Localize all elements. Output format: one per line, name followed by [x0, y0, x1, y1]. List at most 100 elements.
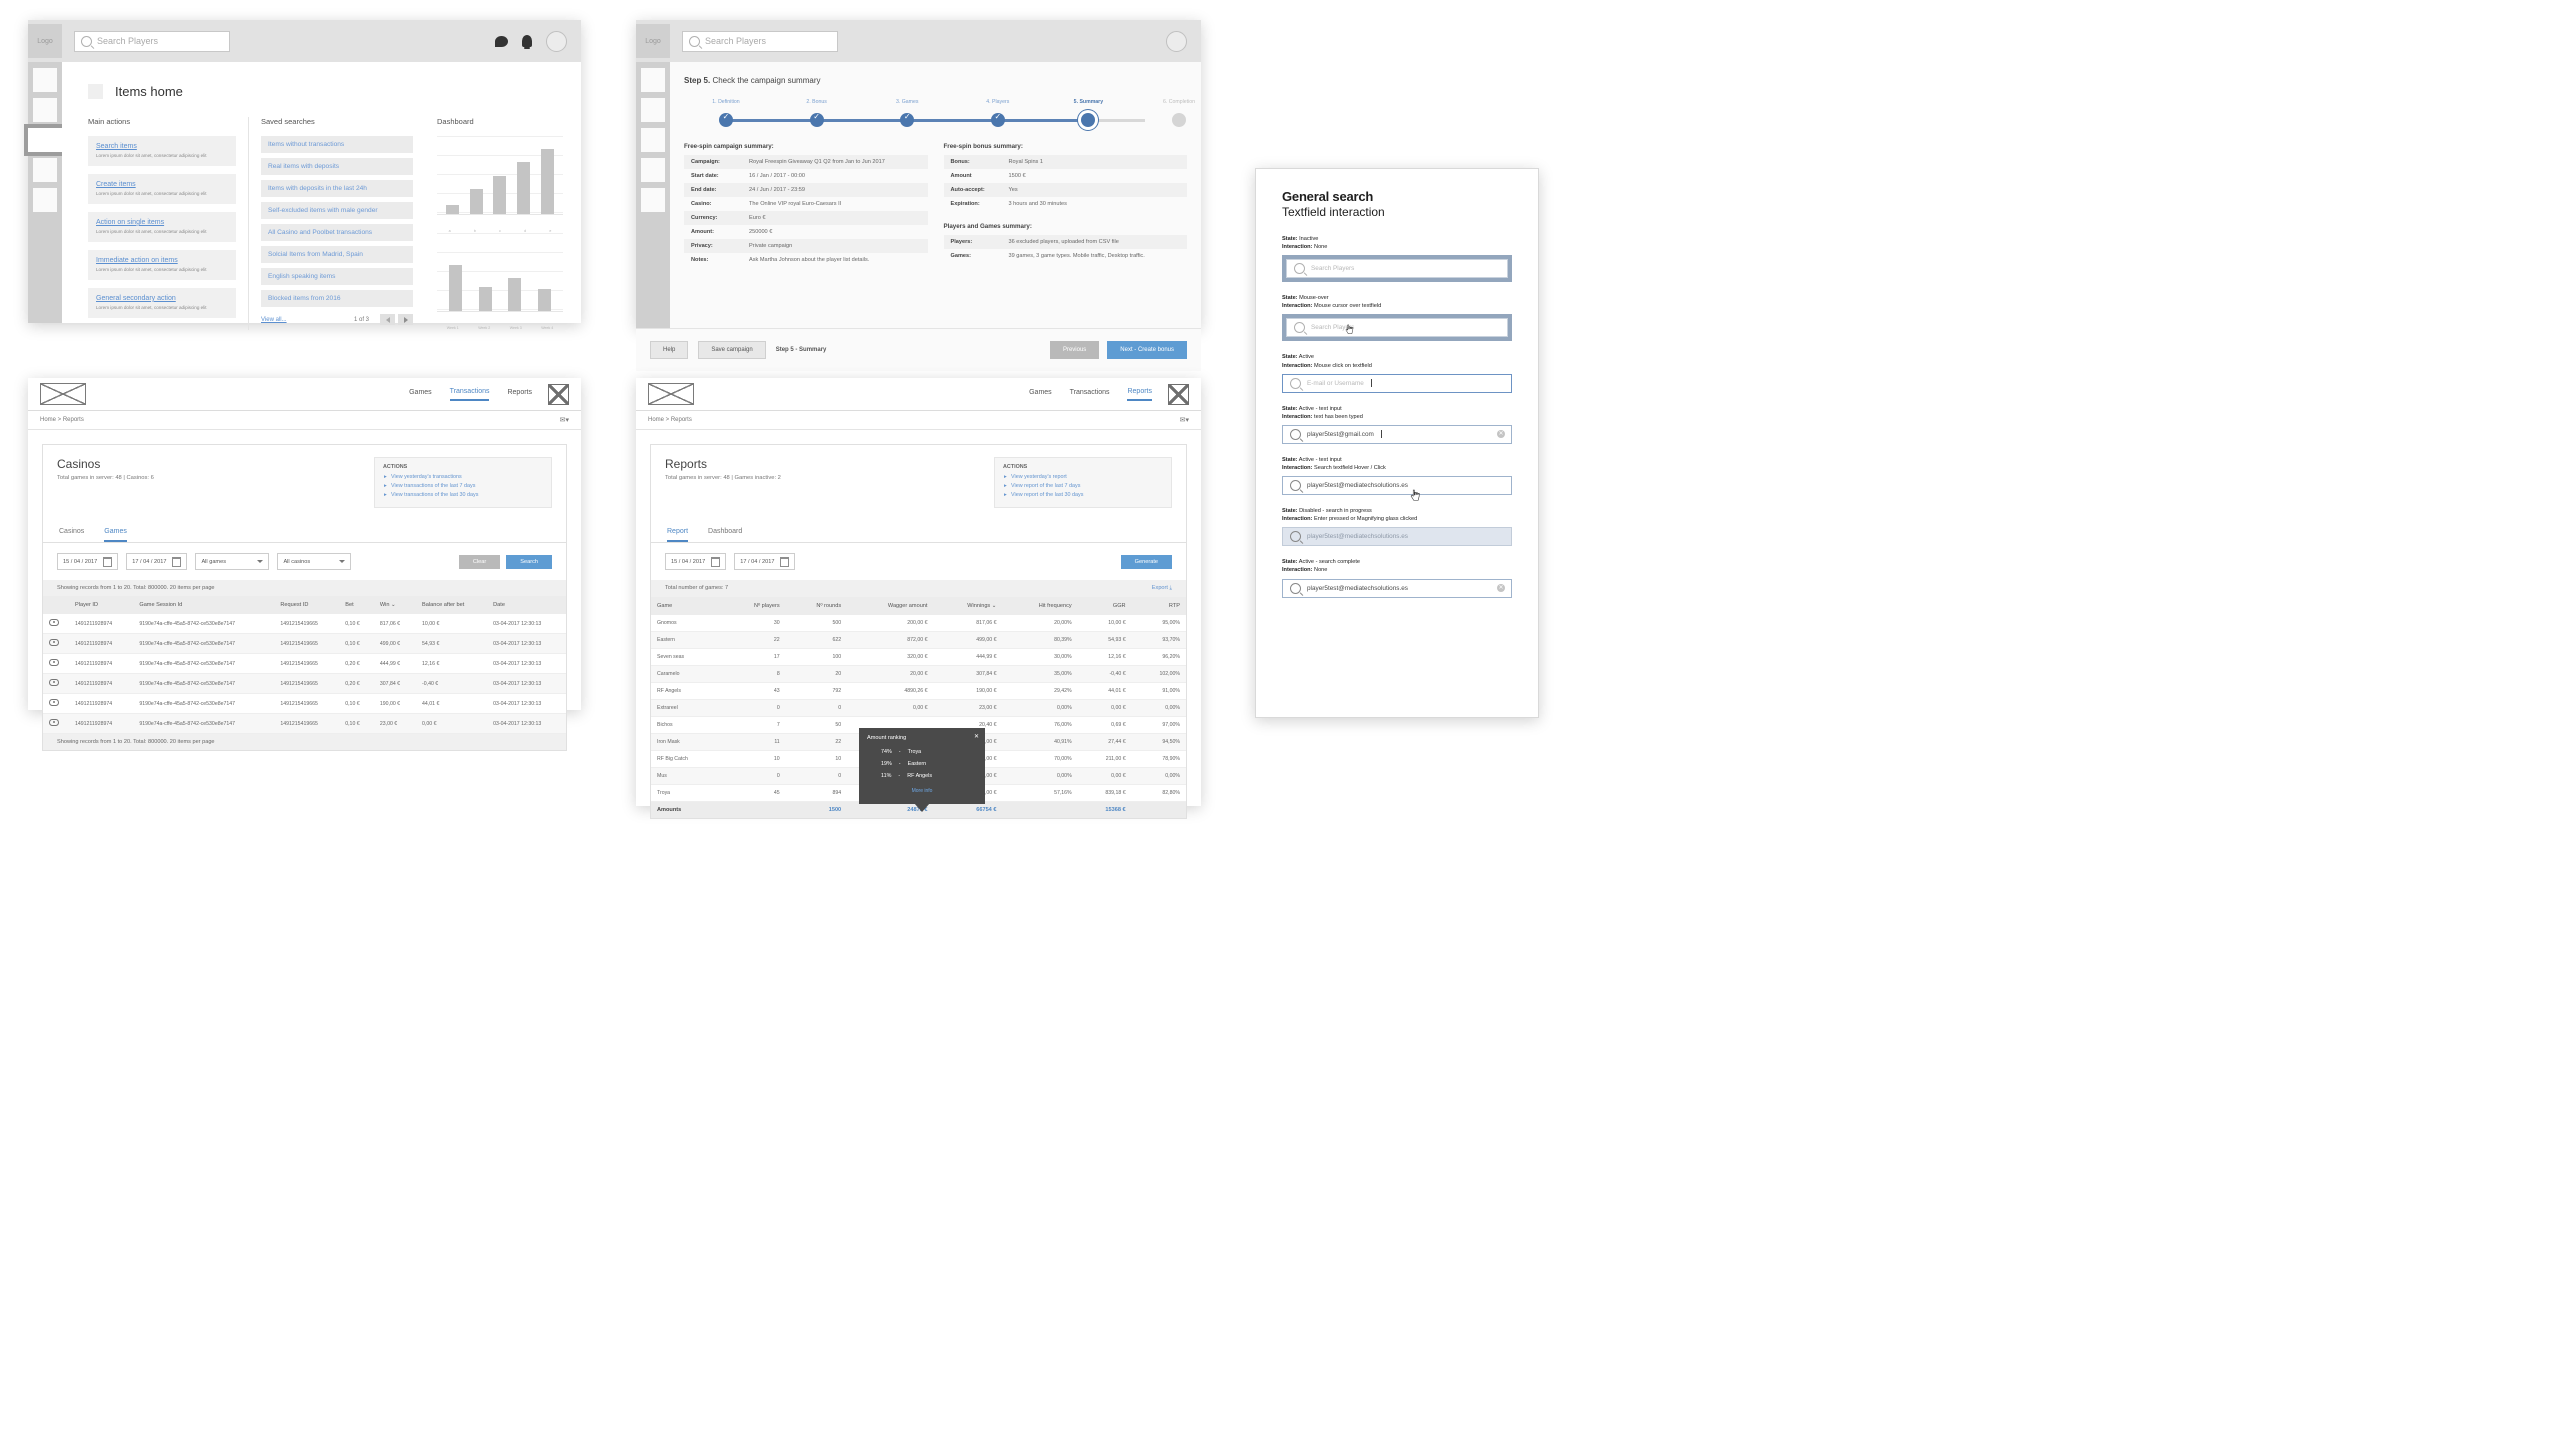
rail-item-1[interactable] [641, 68, 665, 92]
column-header[interactable]: Win ⌄ [373, 596, 417, 614]
action-link[interactable]: Immediate action on items [96, 257, 228, 264]
next-button[interactable]: Next - Create bonus [1107, 341, 1187, 359]
casinos-select[interactable]: All casinos [277, 553, 352, 570]
view-cell[interactable] [43, 693, 69, 714]
search-textfield[interactable]: Search Players [1286, 259, 1508, 279]
column-header[interactable]: GGR [1077, 597, 1132, 615]
action-link[interactable]: View yesterday's transactions [384, 474, 543, 480]
table-row[interactable]: 1491211928974 9190e74a-cffe-45a5-8742-ce5… [43, 633, 566, 654]
avatar[interactable] [1166, 30, 1187, 52]
action-link[interactable]: View yesterday's report [1004, 474, 1163, 480]
action-link[interactable]: Search items [96, 143, 228, 150]
view-cell[interactable] [43, 633, 69, 654]
search-input[interactable]: Search Players [682, 30, 838, 52]
column-header[interactable]: Bet [339, 596, 374, 614]
action-link[interactable]: Action on single items [96, 219, 228, 226]
search-textfield[interactable]: player5test@mediatechsolutions.es ✕ [1282, 578, 1512, 598]
table-row[interactable]: Extrareel 0 0 0,00 €23,00 €0,00% 0,00 €0,00% [651, 699, 1186, 717]
table-row[interactable]: Gnomos 30 500 200,00 €817,06 €20,00% 10,00 €… [651, 615, 1186, 632]
nav-item-transactions[interactable]: Transactions [1070, 389, 1110, 400]
step-node-3[interactable] [900, 112, 915, 127]
saved-search-item[interactable]: Solcial Items from Madrid, Spain [261, 246, 413, 263]
view-cell[interactable] [43, 673, 69, 694]
action-link[interactable]: View report of the last 7 days [1004, 483, 1163, 489]
saved-search-item[interactable]: Self-excluded items with male gender [261, 202, 413, 219]
column-header[interactable]: Nº rounds [785, 597, 848, 615]
table-row[interactable]: Eastern 22 622 872,00 €499,00 €80,39% 54,93 … [651, 631, 1186, 649]
column-header[interactable]: Winnings ⌄ [933, 597, 1003, 615]
search-button[interactable]: Search [506, 554, 552, 569]
search-icon[interactable] [1290, 428, 1301, 440]
view-cell[interactable] [43, 653, 69, 674]
search-textfield[interactable]: player5test@gmail.com ✕ [1282, 424, 1512, 444]
table-row[interactable]: 1491211928974 9190e74a-cffe-45a5-8742-ce5… [43, 653, 566, 674]
step-node-6[interactable] [1172, 113, 1186, 127]
action-card[interactable]: Search items Lorem ipsum dolor sit amet,… [88, 136, 236, 166]
column-header[interactable]: Game Session Id [133, 596, 275, 614]
prev-page-button[interactable] [380, 314, 395, 325]
view-cell[interactable] [43, 713, 69, 734]
rail-item-4[interactable] [641, 158, 665, 182]
nav-item-reports[interactable]: Reports [1127, 388, 1152, 401]
search-icon[interactable] [1290, 582, 1301, 594]
close-icon[interactable] [1168, 383, 1189, 405]
rail-item-1[interactable] [33, 68, 57, 92]
table-row[interactable]: Caramelo 8 20 20,00 €307,84 €35,00% -0,40 €1… [651, 665, 1186, 683]
action-card[interactable]: Immediate action on items Lorem ipsum do… [88, 249, 236, 280]
column-header[interactable] [43, 596, 69, 614]
close-icon[interactable]: ✕ [974, 733, 979, 740]
action-card[interactable]: Action on single items Lorem ipsum dolor… [88, 211, 236, 242]
rail-item-5[interactable] [641, 188, 665, 212]
rail-item-2[interactable] [641, 98, 665, 122]
chat-icon[interactable] [495, 35, 508, 47]
search-icon[interactable] [1290, 480, 1301, 492]
table-row[interactable]: 1491211928974 9190e74a-cffe-45a5-8742-ce5… [43, 614, 566, 634]
search-icon[interactable] [1294, 322, 1305, 334]
column-header[interactable]: RTP [1131, 597, 1186, 615]
saved-search-item[interactable]: Items with deposits in the last 24h [261, 180, 413, 197]
step-node-4[interactable] [990, 112, 1005, 127]
saved-search-item[interactable]: Real items with deposits [261, 158, 413, 175]
search-textfield[interactable]: player5test@mediatechsolutions.es [1282, 476, 1512, 501]
save-campaign-button[interactable]: Save campaign [698, 341, 766, 359]
column-header[interactable]: Date [487, 596, 566, 614]
date-to-input[interactable]: 17 / 04 / 2017 [126, 553, 188, 570]
action-card[interactable]: Create items Lorem ipsum dolor sit amet,… [88, 173, 236, 204]
clear-icon[interactable]: ✕ [1497, 430, 1505, 439]
table-row[interactable]: Seven seas 17 100 320,00 €444,99 €30,00% 12,… [651, 648, 1186, 666]
avatar[interactable] [546, 30, 567, 52]
nav-item-reports[interactable]: Reports [507, 389, 532, 400]
column-header[interactable]: Hit frequency [1002, 597, 1078, 615]
column-header[interactable]: Player ID [69, 596, 134, 614]
action-link[interactable]: View transactions of the last 30 days [384, 492, 543, 498]
clear-icon[interactable]: ✕ [1497, 584, 1505, 593]
next-page-button[interactable] [398, 314, 413, 325]
nav-item-games[interactable]: Games [1029, 389, 1052, 400]
action-link[interactable]: Create items [96, 181, 228, 188]
rail-item-2[interactable] [33, 98, 57, 122]
table-row[interactable]: 1491211928974 9190e74a-cffe-45a5-8742-ce5… [43, 673, 566, 694]
date-from-input[interactable]: 15 / 04 / 2017 [57, 553, 119, 570]
mail-icon[interactable]: ✉▾ [1180, 416, 1189, 424]
tab-casinos[interactable]: Casinos [59, 528, 84, 542]
rail-item-3[interactable] [641, 128, 665, 152]
action-card[interactable]: General secondary action Lorem ipsum dol… [88, 287, 236, 318]
tab-dashboard[interactable]: Dashboard [708, 528, 742, 542]
close-icon[interactable] [548, 383, 569, 405]
help-button[interactable]: Help [650, 341, 689, 359]
search-icon[interactable] [1290, 377, 1301, 389]
generate-button[interactable]: Generate [1120, 554, 1172, 569]
table-row[interactable]: 1491211928974 9190e74a-cffe-45a5-8742-ce5… [43, 713, 566, 734]
games-select[interactable]: All games [195, 553, 270, 570]
view-cell[interactable] [43, 614, 69, 634]
saved-search-item[interactable]: English speaking items [261, 268, 413, 285]
step-node-1[interactable] [719, 112, 733, 127]
search-textfield[interactable]: Search Players [1286, 318, 1508, 338]
table-row[interactable]: 1491211928974 9190e74a-cffe-45a5-8742-ce5… [43, 693, 566, 714]
nav-item-transactions[interactable]: Transactions [449, 388, 490, 401]
rail-item-5[interactable] [33, 188, 57, 212]
totals-ggr[interactable]: 15368 € [1077, 801, 1132, 818]
search-textfield[interactable]: E-mail or Username [1282, 373, 1512, 393]
nav-item-games[interactable]: Games [409, 389, 432, 400]
action-link[interactable]: General secondary action [96, 295, 228, 302]
